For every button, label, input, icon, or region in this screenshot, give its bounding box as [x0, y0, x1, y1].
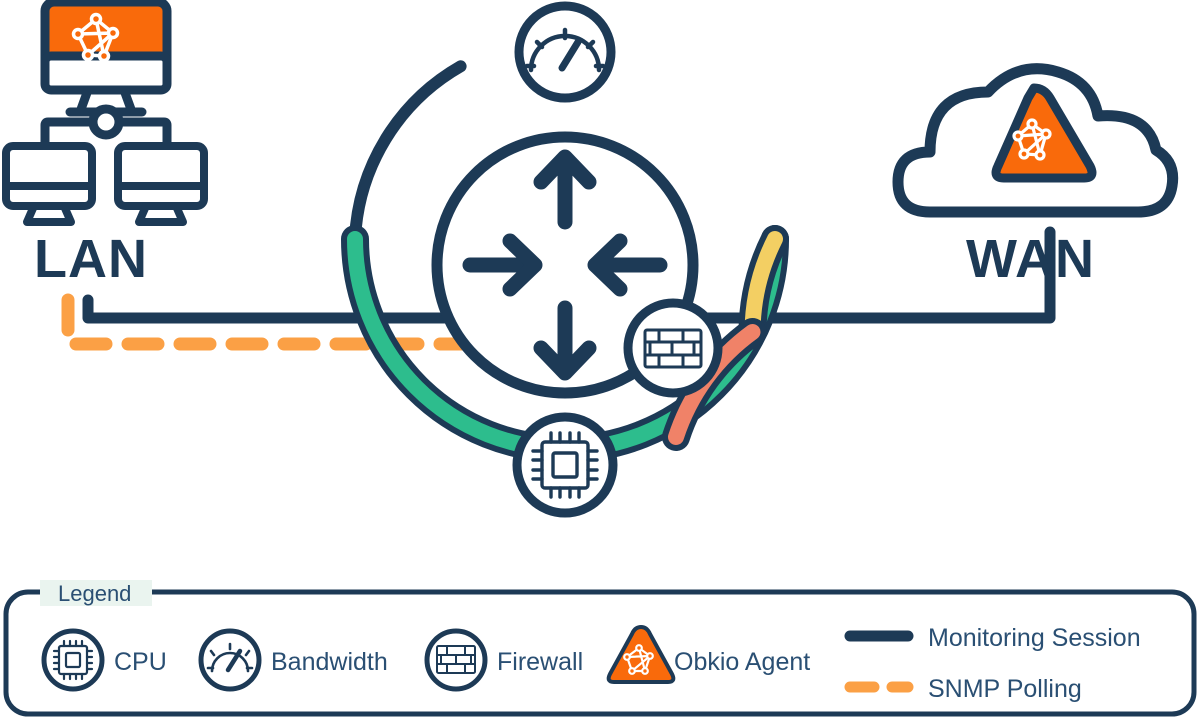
legend-line-monitoring-session: Monitoring Session [844, 624, 1141, 652]
diagram-canvas: Legend CPU Bandwidth Firewall Obkio Agen… [0, 0, 1200, 721]
legend-label-obkio-agent: Obkio Agent [674, 648, 810, 676]
badge-firewall[interactable] [623, 298, 723, 398]
obkio-monitor-icon [40, 0, 172, 117]
lan-client-monitor-2 [114, 142, 208, 226]
legend-panel: Legend CPU Bandwidth Firewall Obkio Agen… [3, 580, 1197, 717]
lan-group[interactable] [2, 0, 208, 226]
legend-item-firewall: Firewall [424, 628, 583, 692]
badge-bandwidth[interactable] [514, 1, 616, 103]
diagram-svg: Legend CPU Bandwidth Firewall Obkio Agen… [2, 0, 1197, 717]
badge-cpu[interactable] [512, 412, 618, 518]
lan-label: LAN [34, 229, 148, 289]
lan-hub-node [88, 104, 124, 140]
legend-title: Legend [58, 581, 131, 606]
legend-item-bandwidth: Bandwidth [198, 628, 388, 692]
legend-line-snmp-polling: SNMP Polling [844, 675, 1082, 703]
legend-label-bandwidth: Bandwidth [271, 648, 388, 676]
wan-group[interactable] [892, 63, 1179, 218]
lan-client-monitor-1 [2, 142, 96, 226]
legend-label-firewall: Firewall [497, 648, 583, 676]
legend-label-cpu: CPU [114, 648, 167, 676]
legend-item-cpu: CPU [41, 628, 167, 692]
legend-item-obkio-agent: Obkio Agent [606, 625, 810, 684]
legend-label-snmp-polling: SNMP Polling [928, 675, 1082, 703]
legend-label-monitoring-session: Monitoring Session [928, 624, 1141, 652]
wan-label: WAN [966, 229, 1095, 289]
